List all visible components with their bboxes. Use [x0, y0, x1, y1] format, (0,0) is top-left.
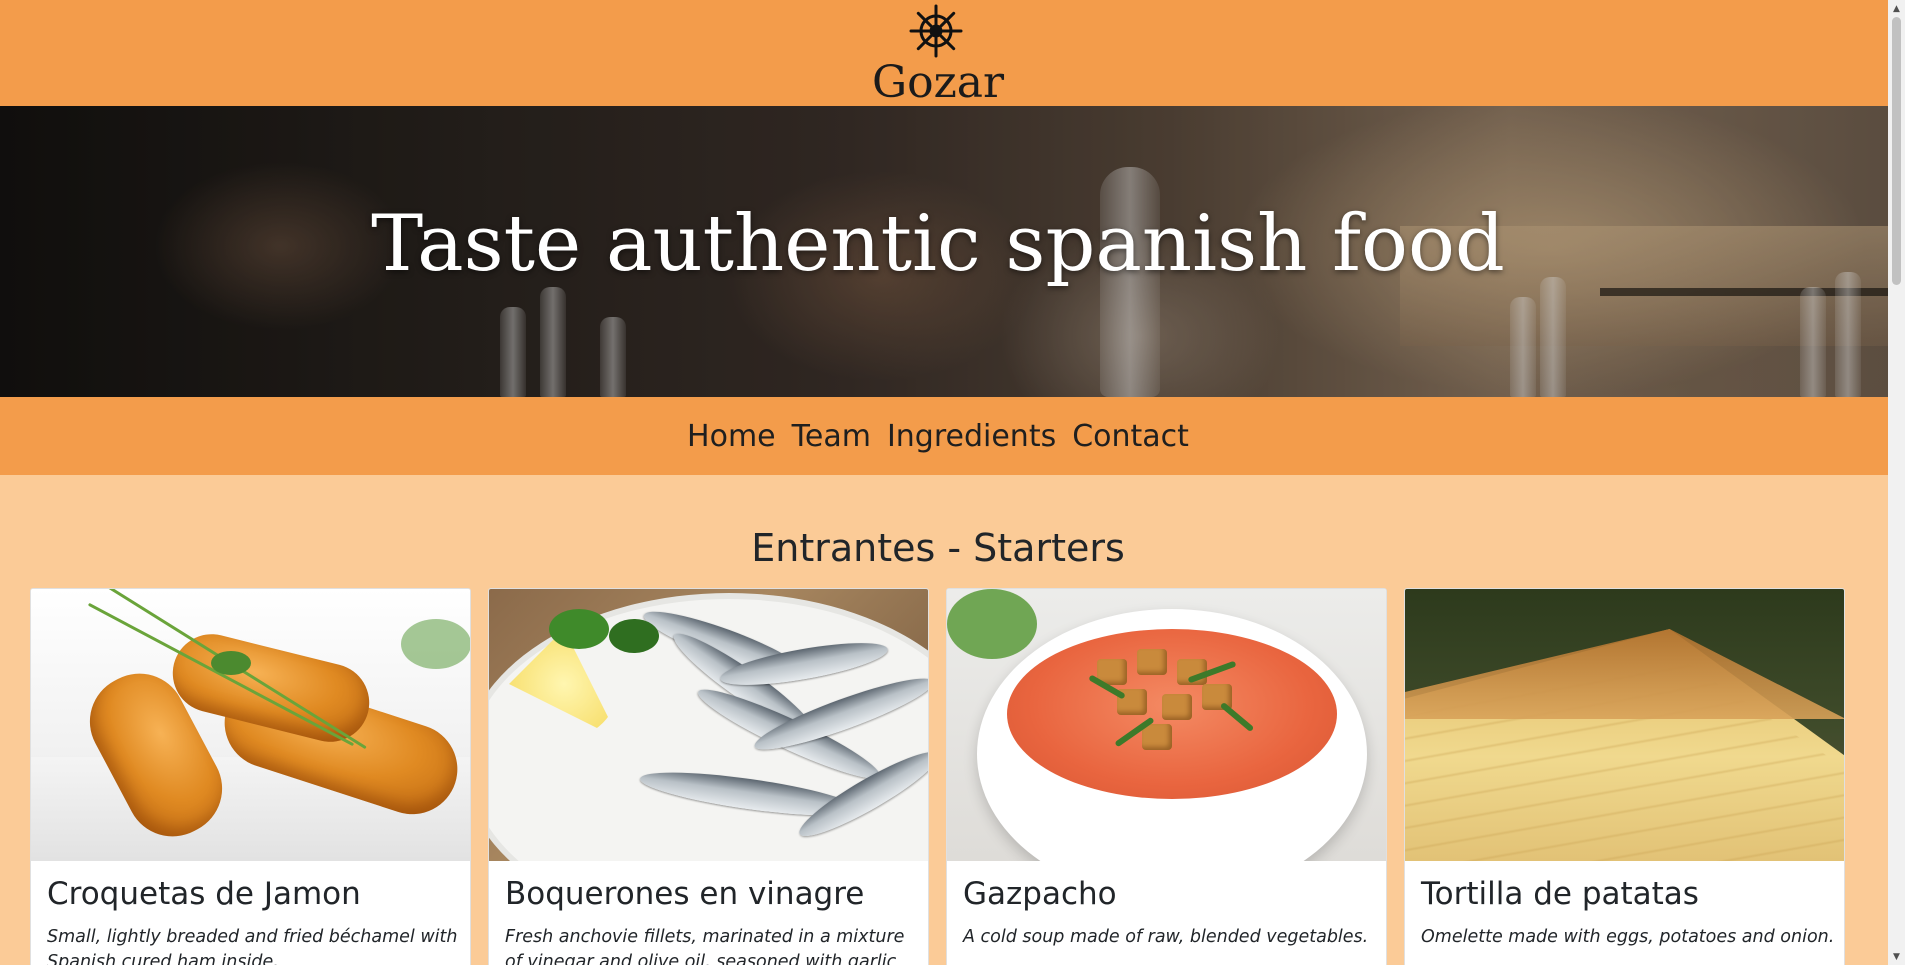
brand-name[interactable]: Gozar	[0, 56, 1876, 110]
nav-contact-link[interactable]: Contact	[1072, 415, 1189, 458]
card-boquerones[interactable]: Boquerones en vinagre Fresh anchovie fil…	[488, 588, 929, 965]
card-description: A cold soup made of raw, blended vegetab…	[963, 927, 1369, 947]
boquerones-image	[489, 589, 928, 861]
card-title: Boquerones en vinagre	[505, 876, 865, 912]
card-tortilla[interactable]: Tortilla de patatas Omelette made with e…	[1404, 588, 1845, 965]
card-description: Fresh anchovie fillets, marinated in a m…	[505, 927, 905, 965]
scroll-up-arrow-icon[interactable]: ▲	[1888, 0, 1905, 17]
croquetas-image	[31, 589, 470, 861]
section-title: Entrantes - Starters	[751, 526, 1125, 570]
vertical-scrollbar[interactable]: ▲ ▼	[1888, 0, 1905, 965]
scrollbar-thumb[interactable]	[1892, 17, 1901, 285]
card-gazpacho[interactable]: Gazpacho A cold soup made of raw, blende…	[946, 588, 1387, 965]
card-description: Omelette made with eggs, potatoes and on…	[1421, 927, 1835, 947]
hero-title: Taste authentic spanish food	[371, 199, 1505, 289]
starters-card-grid: Croquetas de Jamon Small, lightly breade…	[30, 588, 1846, 965]
hero-banner: Taste authentic spanish food	[0, 106, 1888, 397]
main-nav: Home Team Ingredients Contact	[0, 397, 1888, 475]
nav-home-link[interactable]: Home	[687, 415, 776, 458]
site-header: Gozar	[0, 0, 1888, 108]
nav-ingredients-link[interactable]: Ingredients	[887, 415, 1056, 458]
card-title: Tortilla de patatas	[1421, 876, 1699, 912]
card-title: Croquetas de Jamon	[47, 876, 361, 912]
card-description: Small, lightly breaded and fried béchame…	[47, 927, 458, 965]
card-croquetas[interactable]: Croquetas de Jamon Small, lightly breade…	[30, 588, 471, 965]
card-title: Gazpacho	[963, 876, 1117, 912]
page: Gozar Taste authentic spanish food Home …	[0, 0, 1888, 965]
ship-wheel-icon[interactable]	[909, 4, 963, 58]
tortilla-image	[1405, 589, 1844, 861]
gazpacho-image	[947, 589, 1386, 861]
nav-team-link[interactable]: Team	[792, 415, 871, 458]
scroll-down-arrow-icon[interactable]: ▼	[1888, 948, 1905, 965]
